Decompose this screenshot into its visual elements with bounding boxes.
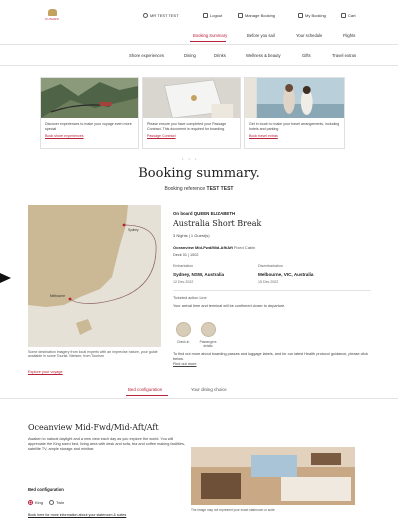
subnav-travel-extras[interactable]: Travel extras xyxy=(332,53,356,58)
card-link[interactable]: Passage Contract xyxy=(143,134,240,138)
card-text: Get in touch to make your travel arrange… xyxy=(249,122,340,131)
divider xyxy=(0,44,398,45)
ship-name: On board QUEEN ELIZABETH xyxy=(173,211,236,216)
logo-text: CUNARD xyxy=(44,17,60,21)
pointer-arrow-icon xyxy=(0,273,11,283)
find-out-more-link[interactable]: Find out more xyxy=(173,362,196,366)
booking-icon xyxy=(298,13,303,18)
nav-before-you-sail[interactable]: Before you sail xyxy=(247,33,296,38)
passengers-label: Passengers details xyxy=(199,340,217,348)
nav-booking-summary[interactable]: Booking Summary xyxy=(193,33,247,38)
nav-flights[interactable]: Flights xyxy=(343,33,355,38)
subnav-shore-experiences[interactable]: Shore experiences xyxy=(129,53,184,58)
radio-king[interactable] xyxy=(28,500,33,505)
map-note: Some destination imagery from local expe… xyxy=(28,350,158,359)
card-shore-experiences[interactable]: Discover experiences to make your voyage… xyxy=(40,77,139,149)
page-title: Booking summary. xyxy=(138,166,260,181)
disembark-port: Melbourne, VIC, Australia xyxy=(258,272,314,277)
active-tab-indicator xyxy=(126,395,168,396)
tab-dining-choice[interactable]: Your dining choice xyxy=(191,387,227,392)
subnav-drinks[interactable]: Drinks xyxy=(214,53,246,58)
subnav-dining[interactable]: Dining xyxy=(184,53,214,58)
bed-configuration-options: King Twin xyxy=(28,500,64,505)
svg-text:Sydney: Sydney xyxy=(128,228,139,232)
card-link[interactable]: Book travel extras xyxy=(245,134,344,138)
voyage-duration: 3 Nights | 1 Guest(s) xyxy=(173,233,210,238)
cabin-type: Oceanview Mid-Fwd/Mid-Aft/Aft Fixed Cabi… xyxy=(173,245,256,250)
check-in-label: Check-in xyxy=(176,340,190,344)
mountain-railway-image xyxy=(41,78,138,118)
embark-date: 12 Dec 2022 xyxy=(173,280,194,284)
explore-voyage-link[interactable]: Explore your voyage xyxy=(28,370,63,374)
couple-balcony-image xyxy=(245,78,344,118)
check-in-icon[interactable] xyxy=(176,322,191,337)
divider xyxy=(173,290,371,291)
stateroom-photo xyxy=(191,447,355,505)
tab-bed-configuration[interactable]: Bed configuration xyxy=(128,387,162,392)
voyage-map[interactable]: Melbourne Sydney xyxy=(28,205,161,347)
stateroom-title: Oceanview Mid-Fwd/Mid-Aft/Aft xyxy=(28,423,159,432)
user-menu[interactable]: MR TEST TEST xyxy=(143,13,179,18)
subnav-gifts[interactable]: Gifts xyxy=(302,53,332,58)
cart-icon xyxy=(341,13,346,18)
my-booking-link[interactable]: My Booking xyxy=(298,13,326,18)
sub-nav: Shore experiences Dining Drinks Wellness… xyxy=(129,53,356,58)
active-tab-indicator xyxy=(190,41,226,42)
embark-port: Sydney, NSW, Australia xyxy=(173,272,225,277)
subnav-wellness[interactable]: Wellness & beauty xyxy=(246,53,302,58)
user-icon xyxy=(143,13,148,18)
voyage-title: Australia Short Break xyxy=(173,219,262,228)
svg-text:Melbourne: Melbourne xyxy=(50,294,65,298)
divider xyxy=(0,65,398,66)
stateroom-caption: The image may not represent your exact s… xyxy=(191,508,275,512)
booking-reference: Booking reference TEST TEST xyxy=(164,186,234,192)
logout-icon xyxy=(203,13,208,18)
disembark-date: 15 Dec 2022 xyxy=(258,280,279,284)
tablet-image xyxy=(143,78,240,119)
ticket-text: Your arrival time and terminal will be c… xyxy=(173,304,286,308)
deck-info: Deck 01 | 1002 xyxy=(173,253,199,257)
radio-twin[interactable] xyxy=(49,500,55,505)
stateroom-description: Awaken to natural daylight and a new vie… xyxy=(28,437,185,452)
crest-icon xyxy=(47,9,57,16)
ticket-label: Ticketed action Line xyxy=(173,296,207,300)
card-text: Discover experiences to make your voyage… xyxy=(45,122,132,131)
nav-your-schedule[interactable]: Your schedule xyxy=(296,33,343,38)
cunard-logo[interactable]: CUNARD xyxy=(42,9,62,23)
card-link[interactable]: Book shore experiences xyxy=(41,134,138,138)
card-text: Please ensure you have completed your Pa… xyxy=(147,122,227,131)
cart-link[interactable]: Cart xyxy=(341,13,356,18)
card-travel-extras[interactable]: Get in touch to make your travel arrange… xyxy=(244,77,345,149)
calendar-icon xyxy=(238,13,243,18)
manage-booking-link[interactable]: Manage Booking xyxy=(238,13,275,18)
bed-configuration-label: Bed configuration xyxy=(28,487,64,492)
embark-label: Embarkation xyxy=(173,264,194,268)
user-name: MR TEST TEST xyxy=(150,13,179,18)
boarding-info: To find out more about boarding passes a… xyxy=(173,352,369,366)
stateroom-info-link[interactable]: Book here for more information about you… xyxy=(28,513,126,517)
divider xyxy=(0,398,398,399)
main-nav: Booking Summary Before you sail Your sch… xyxy=(193,33,355,38)
route-map: Melbourne Sydney xyxy=(28,205,161,347)
card-passage-contract[interactable]: Please ensure you have completed your Pa… xyxy=(142,77,241,149)
carousel-dots[interactable]: • • • xyxy=(182,156,198,161)
passengers-icon[interactable] xyxy=(201,322,216,337)
stateroom-image xyxy=(191,447,355,505)
logout-link[interactable]: Logout xyxy=(203,13,222,18)
disembark-label: Disembarkation xyxy=(258,264,283,268)
